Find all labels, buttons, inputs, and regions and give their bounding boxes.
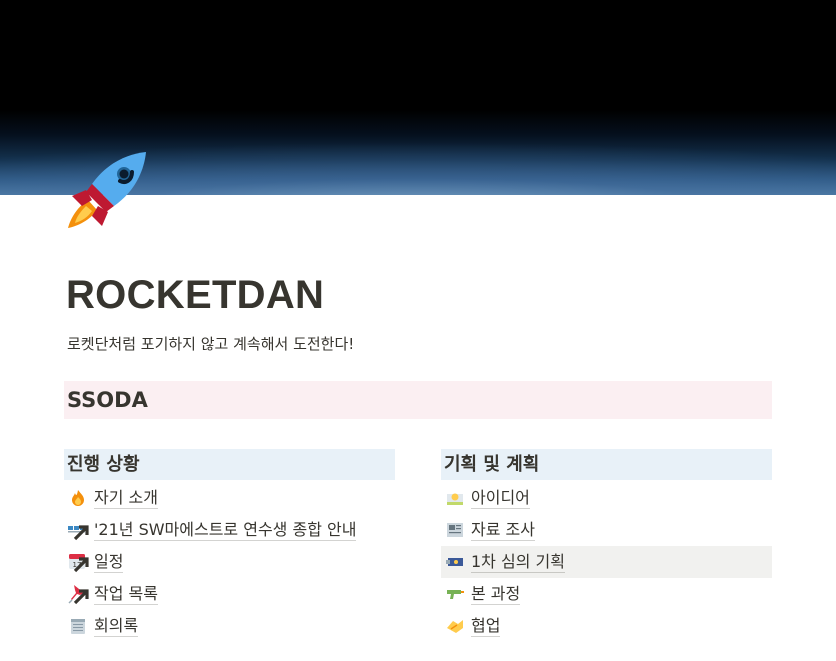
link-label: 작업 목록 <box>94 583 158 605</box>
link-self-intro[interactable]: 자기 소개 <box>64 482 395 514</box>
link-label: '21년 SW마에스트로 연수생 종합 안내 <box>94 519 357 541</box>
progress-column: 진행 상황 자기 소개 '21년 SW마에스트로 연수생 종합 안내 17 일정… <box>64 449 395 642</box>
link-ideas[interactable]: 아이디어 <box>441 482 772 514</box>
link-collaboration[interactable]: 협업 <box>441 610 772 642</box>
rocket-icon[interactable] <box>66 150 148 232</box>
link-sw-maestro-guide[interactable]: '21년 SW마에스트로 연수생 종합 안내 <box>64 514 395 546</box>
calendar-link-icon: 17 <box>68 552 89 573</box>
link-label: 아이디어 <box>471 487 530 509</box>
newspaper-icon <box>445 520 465 540</box>
planning-heading: 기획 및 계획 <box>441 449 772 480</box>
progress-heading: 진행 상황 <box>64 449 395 480</box>
ssoda-banner: SSODA <box>64 381 772 419</box>
planning-column: 기획 및 계획 아이디어 자료 조사 1차 심의 기획 본 과정 협업 <box>441 449 772 642</box>
link-arrow-icon <box>73 525 89 541</box>
notion-page: ROCKETDAN 로켓단처럼 포기하지 않고 계속해서 도전한다! SSODA… <box>0 0 836 661</box>
link-arrow-icon <box>73 589 89 605</box>
page-subtitle: 로켓단처럼 포기하지 않고 계속해서 도전한다! <box>67 335 355 353</box>
spiral-notepad-icon <box>68 616 88 636</box>
flag-icon <box>445 552 465 572</box>
link-main-course[interactable]: 본 과정 <box>441 578 772 610</box>
link-label: 자기 소개 <box>94 487 158 509</box>
link-blocks-icon <box>68 520 89 541</box>
pushpin-link-icon <box>68 584 89 605</box>
link-label: 협업 <box>471 615 501 637</box>
progress-links: 자기 소개 '21년 SW마에스트로 연수생 종합 안내 17 일정 작업 목록… <box>64 482 395 642</box>
page-title[interactable]: ROCKETDAN <box>66 268 324 322</box>
link-research[interactable]: 자료 조사 <box>441 514 772 546</box>
link-label: 자료 조사 <box>471 519 535 541</box>
idea-icon <box>445 488 465 508</box>
link-meeting-notes[interactable]: 회의록 <box>64 610 395 642</box>
link-label: 1차 심의 기획 <box>471 551 565 573</box>
link-first-review-plan[interactable]: 1차 심의 기획 <box>441 546 772 578</box>
link-task-list[interactable]: 작업 목록 <box>64 578 395 610</box>
banner-heading: SSODA <box>67 388 148 412</box>
fire-icon <box>68 488 88 508</box>
link-label: 본 과정 <box>471 583 521 605</box>
link-label: 회의록 <box>94 615 139 637</box>
link-arrow-icon <box>73 557 89 573</box>
handshake-icon <box>445 616 465 636</box>
water-gun-icon <box>445 584 465 604</box>
link-schedule[interactable]: 17 일정 <box>64 546 395 578</box>
link-label: 일정 <box>94 551 124 573</box>
planning-links: 아이디어 자료 조사 1차 심의 기획 본 과정 협업 <box>441 482 772 642</box>
